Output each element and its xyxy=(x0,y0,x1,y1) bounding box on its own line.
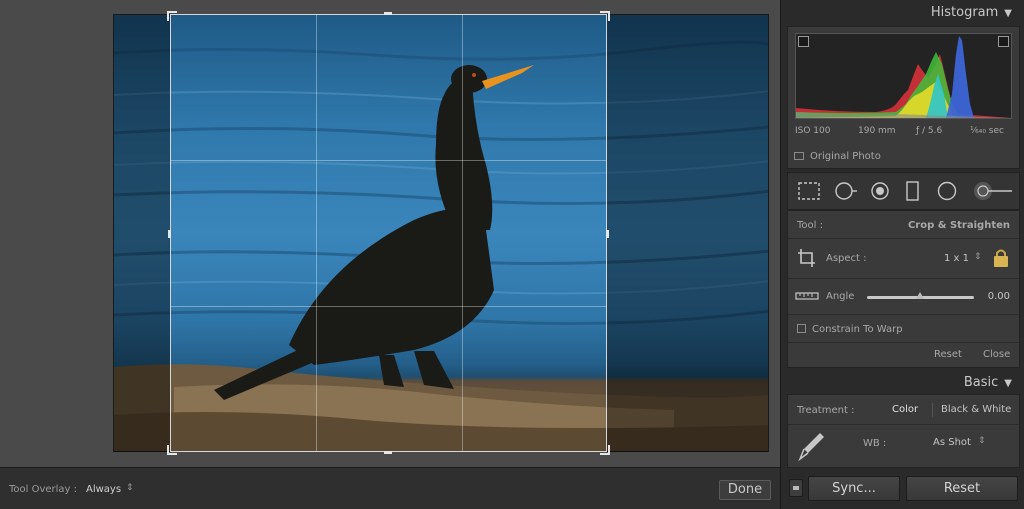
shadow-clipping-icon[interactable] xyxy=(798,36,809,47)
tool-strip xyxy=(787,172,1020,210)
crop-handle-top-right[interactable] xyxy=(600,11,610,21)
sync-button[interactable]: Sync... xyxy=(808,476,900,501)
done-button[interactable]: Done xyxy=(719,480,771,500)
tool-overlay-label: Tool Overlay : xyxy=(9,484,78,495)
auto-sync-switch[interactable] xyxy=(789,479,803,497)
constrain-to-warp-toggle[interactable]: Constrain To Warp xyxy=(797,322,903,335)
crop-handle-bottom[interactable] xyxy=(384,451,392,454)
histogram-header[interactable]: Histogram ▼ xyxy=(931,5,1012,20)
red-eye-icon[interactable] xyxy=(869,181,891,201)
original-photo-checkbox[interactable] xyxy=(794,152,804,160)
original-photo-label: Original Photo xyxy=(810,151,881,162)
crop-settings-panel: Tool : Crop & Straighten Aspect : 1 x 1 … xyxy=(787,210,1020,368)
iso-value: ISO 100 xyxy=(795,126,831,136)
select-arrows-icon[interactable]: ⇕ xyxy=(974,252,982,262)
histogram-title: Histogram xyxy=(930,5,999,20)
treatment-label: Treatment : xyxy=(797,405,855,416)
radial-filter-icon[interactable] xyxy=(936,181,958,201)
histogram-curves xyxy=(796,36,1011,118)
white-balance-selector-icon[interactable] xyxy=(796,429,828,463)
bottom-toolbar: Tool Overlay : Always ⇕ Done xyxy=(0,467,780,509)
collapse-triangle-icon[interactable]: ▼ xyxy=(1004,8,1012,19)
highlight-clipping-icon[interactable] xyxy=(998,36,1009,47)
angle-value[interactable]: 0.00 xyxy=(988,291,1010,302)
crop-mask-left xyxy=(114,15,170,452)
select-arrows-icon[interactable]: ⇕ xyxy=(978,436,986,446)
crop-overlay-icon[interactable] xyxy=(797,181,821,201)
aspect-label: Aspect : xyxy=(826,253,867,264)
divider xyxy=(788,342,1019,343)
original-photo-toggle[interactable]: Original Photo xyxy=(794,151,881,162)
crop-reset-button[interactable]: Reset xyxy=(934,349,962,360)
tool-label: Tool : xyxy=(797,220,823,231)
crop-close-button[interactable]: Close xyxy=(983,349,1010,360)
crop-frame[interactable] xyxy=(167,11,610,455)
crop-handle-bottom-right[interactable] xyxy=(600,445,610,455)
lock-icon[interactable] xyxy=(992,247,1010,269)
divider xyxy=(932,403,933,417)
aperture-value: ƒ / 5.6 xyxy=(916,126,943,136)
tool-value: Crop & Straighten xyxy=(907,220,1010,231)
select-arrows-icon[interactable]: ⇕ xyxy=(126,483,134,493)
divider xyxy=(788,238,1019,239)
crop-handle-top[interactable] xyxy=(384,12,392,15)
crop-grid-line xyxy=(316,15,317,451)
tool-overlay-select[interactable]: Always xyxy=(86,484,121,495)
crop-grid-line xyxy=(171,306,606,307)
constrain-label: Constrain To Warp xyxy=(812,324,903,335)
angle-label: Angle xyxy=(826,291,855,302)
basic-title: Basic xyxy=(963,375,999,390)
image-canvas xyxy=(0,0,780,467)
histogram-panel: ISO 100 190 mm ƒ / 5.6 ¹⁄₆₄₀ sec Origina… xyxy=(787,26,1020,169)
wb-select[interactable]: As Shot xyxy=(933,437,971,448)
graduated-filter-icon[interactable] xyxy=(905,181,921,201)
basic-panel: Treatment : Color Black & White WB : As … xyxy=(787,394,1020,468)
straighten-tool-icon[interactable] xyxy=(794,286,820,306)
crop-handle-right[interactable] xyxy=(606,230,609,238)
histogram-graph[interactable] xyxy=(795,33,1012,119)
shutter-speed-value: ¹⁄₆₄₀ sec xyxy=(970,126,1004,136)
treatment-color-option[interactable]: Color xyxy=(892,404,918,415)
divider xyxy=(788,314,1019,315)
treatment-bw-option[interactable]: Black & White xyxy=(941,404,1011,415)
reset-button[interactable]: Reset xyxy=(906,476,1018,501)
divider xyxy=(788,278,1019,279)
divider xyxy=(788,424,1019,425)
crop-mask-right xyxy=(607,15,768,452)
focal-length-value: 190 mm xyxy=(858,126,896,136)
collapse-triangle-icon[interactable]: ▼ xyxy=(1004,378,1012,389)
crop-handle-left[interactable] xyxy=(168,230,171,238)
crop-frame-tool-icon[interactable] xyxy=(796,247,818,269)
adjustment-brush-icon[interactable] xyxy=(972,181,1014,201)
crop-grid-line xyxy=(171,160,606,161)
crop-grid-line xyxy=(462,15,463,451)
angle-slider-thumb[interactable] xyxy=(916,292,924,299)
crop-handle-bottom-left[interactable] xyxy=(167,445,177,455)
aspect-select[interactable]: 1 x 1 xyxy=(944,253,969,264)
constrain-checkbox[interactable] xyxy=(797,324,806,333)
crop-handle-top-left[interactable] xyxy=(167,11,177,21)
develop-right-panel: Histogram ▼ ISO 100 190 mm ƒ / 5.6 ¹⁄₆₄₀ … xyxy=(780,0,1024,509)
basic-header[interactable]: Basic ▼ xyxy=(964,375,1012,390)
spot-removal-icon[interactable] xyxy=(833,181,859,201)
wb-label: WB : xyxy=(863,438,887,449)
